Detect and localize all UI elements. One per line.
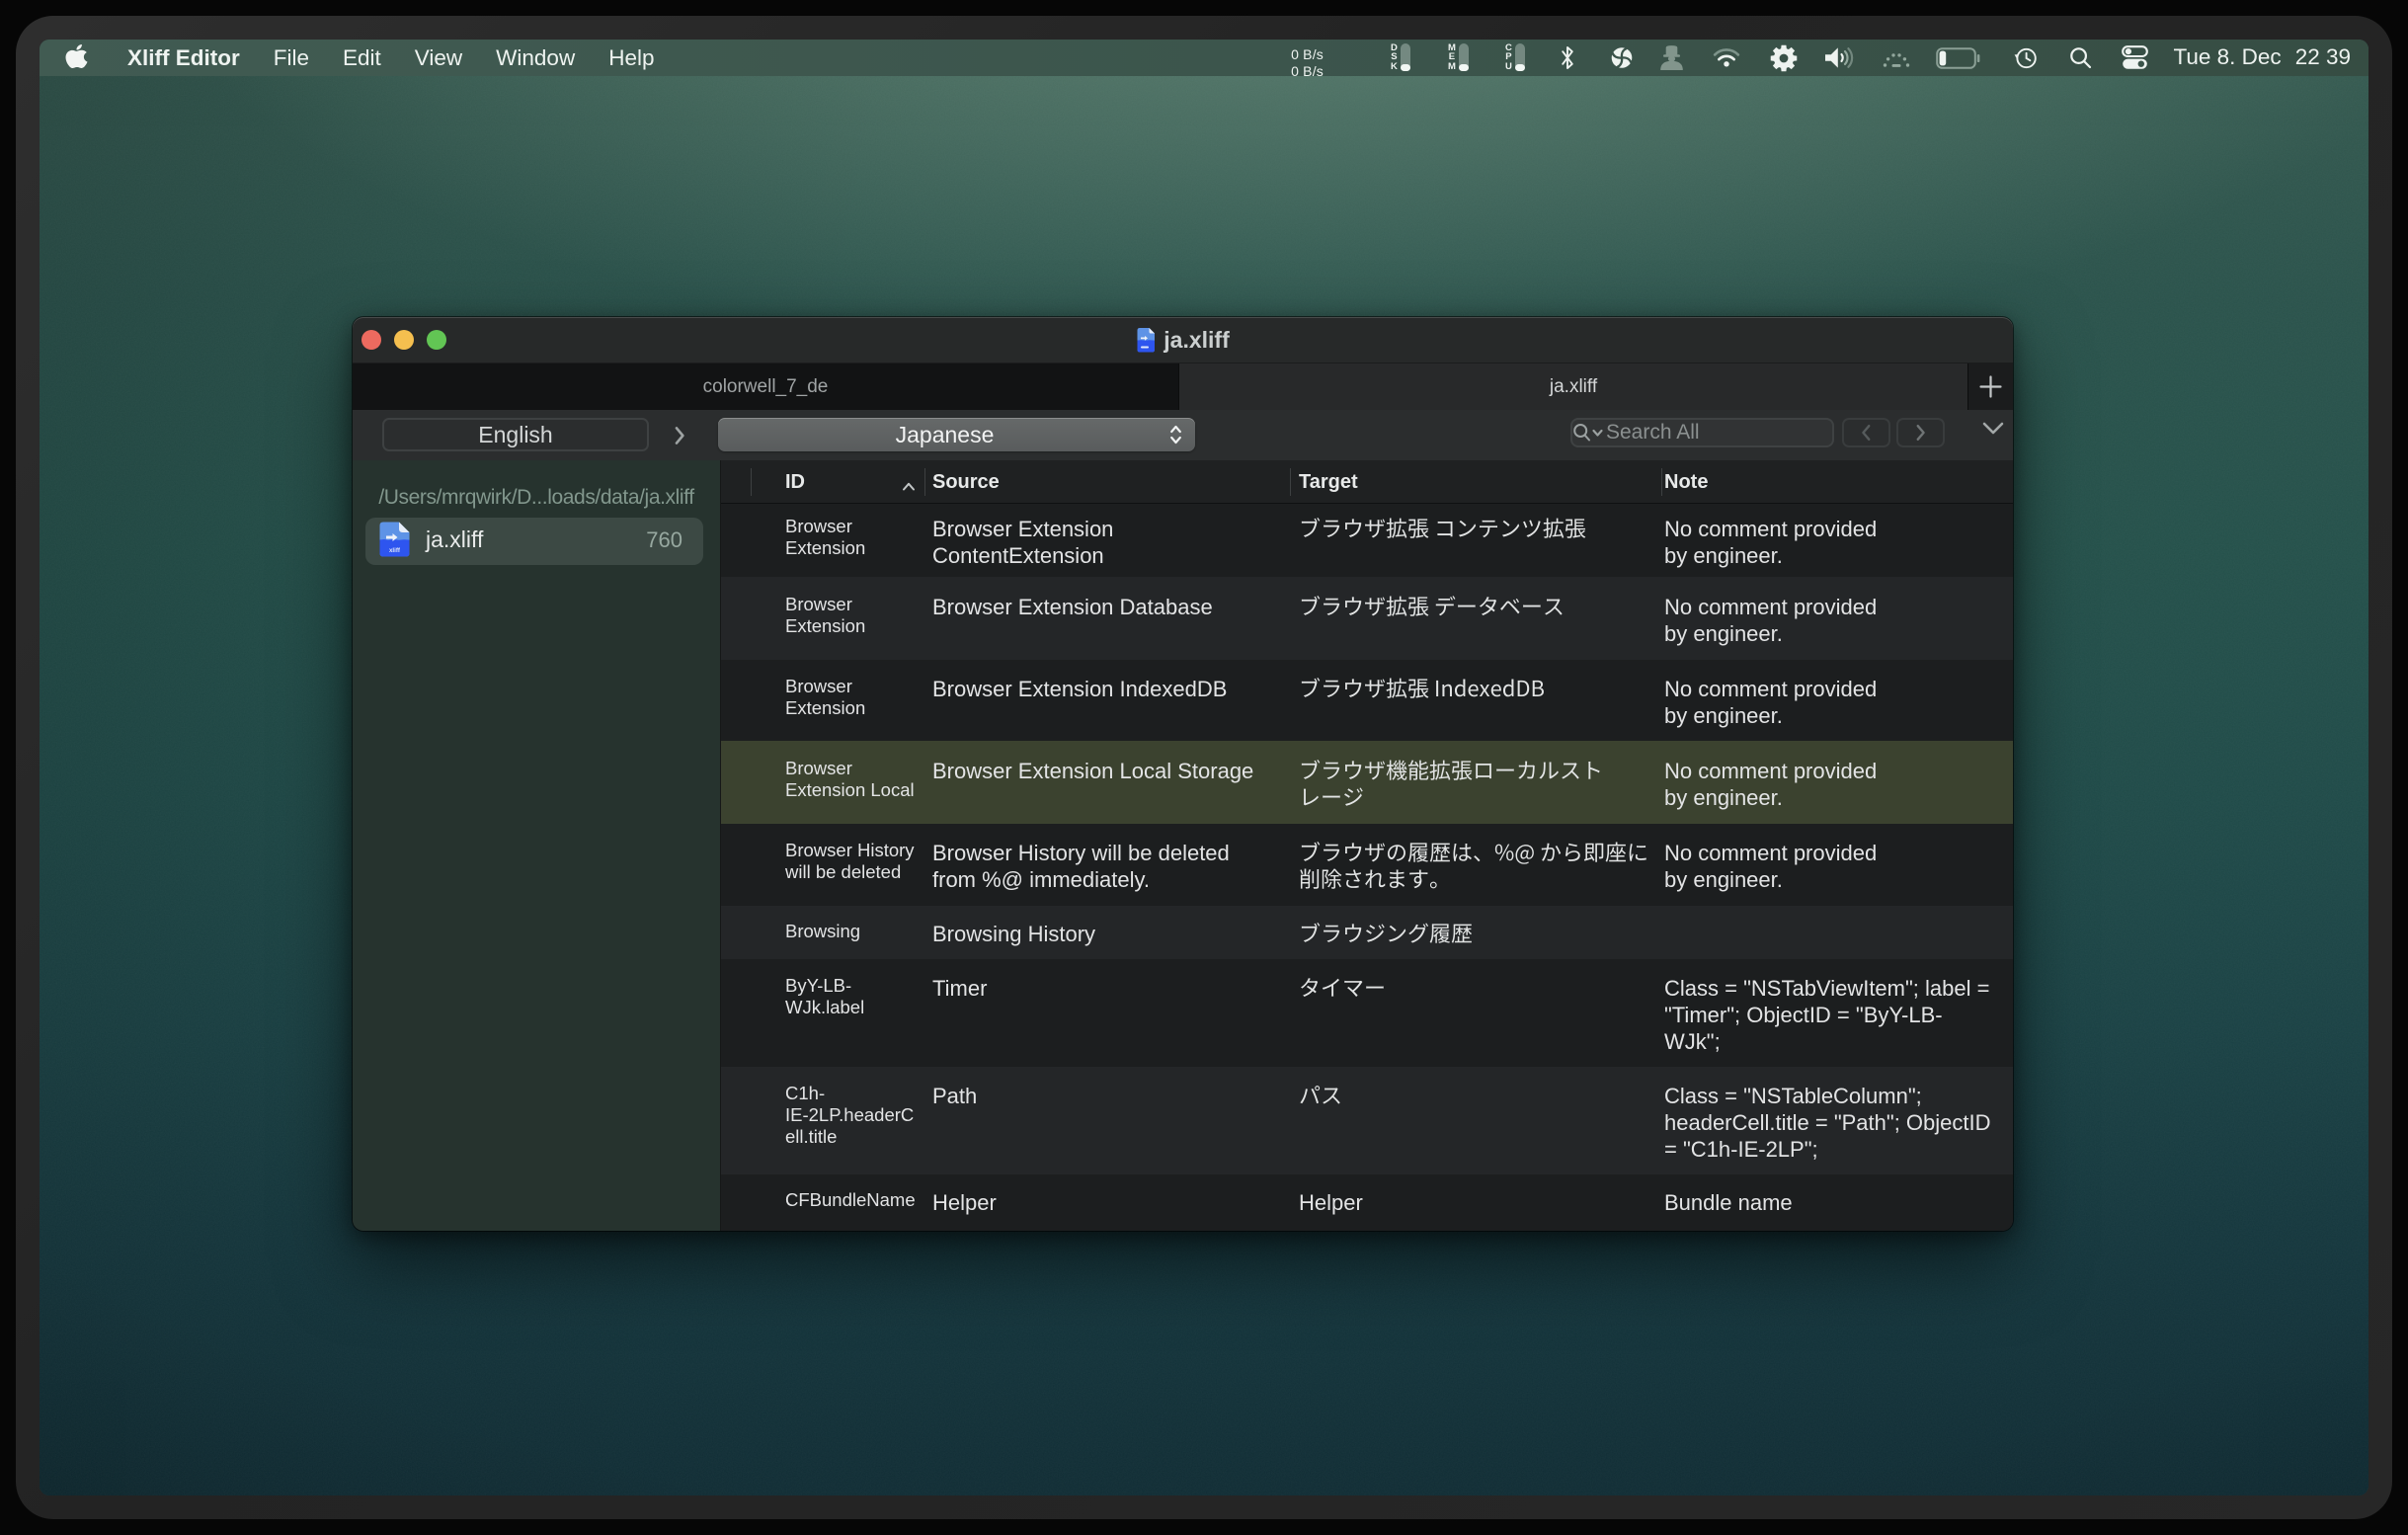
svg-text:xliff: xliff xyxy=(389,547,401,554)
